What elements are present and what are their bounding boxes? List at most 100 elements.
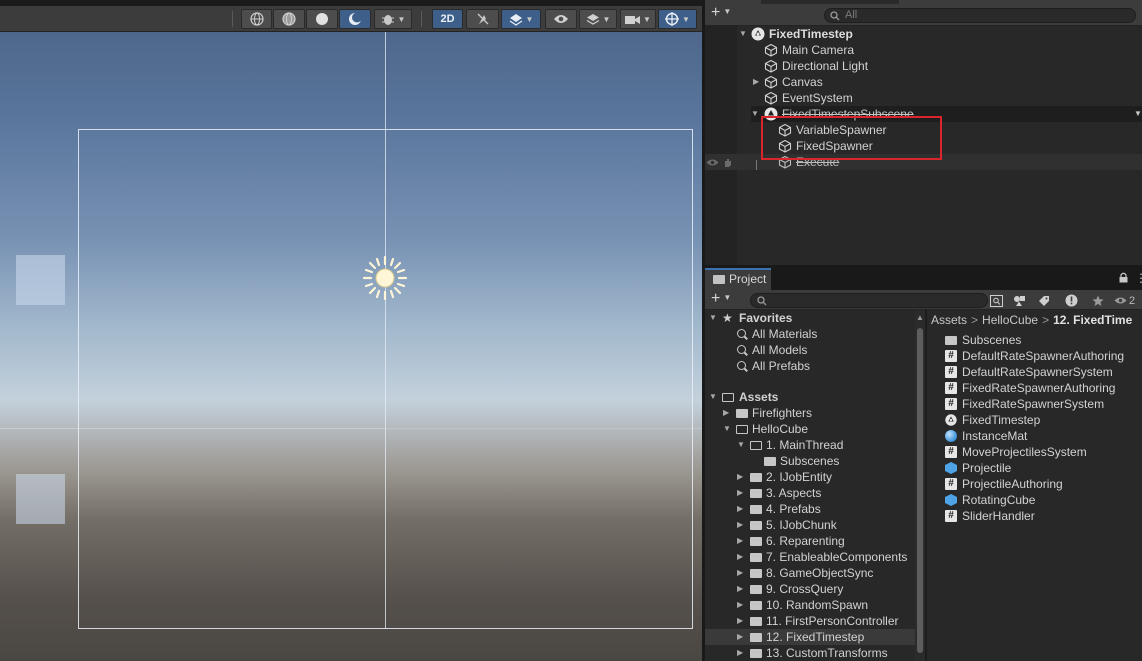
- scene-visibility-button[interactable]: [545, 9, 577, 29]
- hierarchy-panel: + ▼ All ▼ FixedTimestep Main Camera Direc…: [705, 0, 1142, 265]
- tree-item-mainthread[interactable]: ▼ 1. MainThread: [705, 437, 915, 453]
- asset-item-label: InstanceMat: [962, 429, 1028, 443]
- draw-mode-lit-button[interactable]: [339, 9, 371, 29]
- tree-item-all-models[interactable]: All Models: [705, 342, 915, 358]
- hierarchy-tab-edge: [761, 0, 899, 4]
- favorites-star-button[interactable]: [1089, 293, 1107, 308]
- tree-item-all-materials[interactable]: All Materials: [705, 326, 915, 342]
- pickability-hand-icon[interactable]: [722, 157, 733, 168]
- tree-item-firstpersoncontroller[interactable]: ▶ 11. FirstPersonController: [705, 613, 915, 629]
- hierarchy-item-eventsystem[interactable]: EventSystem: [705, 90, 1142, 106]
- ui-element-square[interactable]: [16, 255, 65, 305]
- scene-camera-dropdown[interactable]: ▼: [620, 9, 656, 29]
- more-options-icon[interactable]: ⋮: [1137, 26, 1142, 40]
- expand-arrow-icon[interactable]: ▶: [723, 405, 729, 421]
- filter-by-type-button[interactable]: [1010, 293, 1028, 308]
- toggle-2d-button[interactable]: 2D: [432, 9, 463, 29]
- expand-arrow-icon[interactable]: ▶: [737, 469, 743, 485]
- tree-item-customtransforms[interactable]: ▶ 13. CustomTransforms: [705, 645, 915, 661]
- draw-mode-shaded-wireframe-button[interactable]: [273, 9, 305, 29]
- expand-arrow-icon[interactable]: ▼: [709, 310, 717, 326]
- directional-light-sun-icon[interactable]: [361, 254, 409, 302]
- tree-item-randomspawn[interactable]: ▶ 10. RandomSpawn: [705, 597, 915, 613]
- create-dropdown-button[interactable]: + ▼: [711, 5, 731, 22]
- toggle-lighting-button[interactable]: [466, 9, 499, 29]
- expand-arrow-icon[interactable]: ▶: [737, 613, 743, 629]
- hidden-packages-toggle[interactable]: 2: [1114, 293, 1142, 308]
- import-log-button[interactable]: [1062, 293, 1080, 308]
- project-tabbar: Project ⋮: [705, 268, 1142, 290]
- tree-item-fixedtimestep[interactable]: ▶ 12. FixedTimestep: [705, 629, 915, 645]
- breadcrumb-item[interactable]: HelloCube: [982, 313, 1038, 327]
- toggle-audio-fx-dropdown[interactable]: ▼: [501, 9, 541, 29]
- folder-open-icon: [722, 393, 734, 402]
- tree-item-subscenes[interactable]: Subscenes: [705, 453, 915, 469]
- scroll-up-arrow-icon[interactable]: ▲: [916, 313, 924, 322]
- gizmos-dropdown[interactable]: ▼: [658, 9, 697, 29]
- search-icon: [737, 345, 746, 354]
- expand-arrow-icon[interactable]: ▼: [709, 389, 717, 405]
- expand-arrow-icon[interactable]: ▶: [737, 501, 743, 517]
- hierarchy-item-canvas[interactable]: ▶ Canvas: [705, 74, 1142, 90]
- chevron-down-icon: ▼: [525, 14, 534, 24]
- filter-by-label-button[interactable]: [1035, 293, 1053, 308]
- tree-item-all-prefabs[interactable]: All Prefabs: [705, 358, 915, 374]
- shapes-icon: [1013, 295, 1025, 306]
- expand-arrow-icon[interactable]: ▼: [739, 26, 747, 42]
- folder-icon: [750, 505, 762, 514]
- draw-mode-wireframe-button[interactable]: [241, 9, 272, 29]
- tree-item-label: 5. IJobChunk: [766, 518, 837, 532]
- expand-arrow-icon[interactable]: ▶: [753, 74, 759, 90]
- expand-arrow-icon[interactable]: ▶: [737, 629, 743, 645]
- ui-element-square[interactable]: [16, 474, 65, 524]
- folder-icon: [750, 537, 762, 546]
- scrollbar-thumb[interactable]: [917, 328, 923, 653]
- debug-draw-mode-dropdown[interactable]: ▼: [374, 9, 412, 29]
- create-asset-dropdown[interactable]: + ▼: [711, 291, 731, 308]
- hierarchy-item-main-camera[interactable]: Main Camera: [705, 42, 1142, 58]
- scene-view[interactable]: ▼ 2D ▼ ▼ ▼ ▼: [0, 0, 702, 661]
- visibility-eye-icon[interactable]: [706, 158, 719, 167]
- hierarchy-item-fixedtimestep-scene[interactable]: ▼ FixedTimestep: [705, 26, 1142, 42]
- tree-item-label: 1. MainThread: [766, 438, 844, 452]
- expand-arrow-icon[interactable]: ▶: [737, 581, 743, 597]
- layers-dropdown[interactable]: ▼: [579, 9, 617, 29]
- tree-item-ijobchunk[interactable]: ▶ 5. IJobChunk: [705, 517, 915, 533]
- search-by-type-button[interactable]: [987, 293, 1005, 308]
- expand-arrow-icon[interactable]: ▶: [737, 485, 743, 501]
- tree-item-aspects[interactable]: ▶ 3. Aspects: [705, 485, 915, 501]
- hierarchy-item-directional-light[interactable]: Directional Light: [705, 58, 1142, 74]
- folder-tree-scrollbar[interactable]: ▲: [915, 310, 925, 661]
- expand-arrow-icon[interactable]: ▼: [723, 421, 731, 437]
- expand-arrow-icon[interactable]: ▶: [737, 597, 743, 613]
- more-options-icon[interactable]: ⋮: [1135, 271, 1142, 285]
- expand-arrow-icon[interactable]: ▶: [737, 645, 743, 661]
- tab-project[interactable]: Project: [705, 268, 771, 290]
- tree-item-prefabs[interactable]: ▶ 4. Prefabs: [705, 501, 915, 517]
- tree-item-crossquery[interactable]: ▶ 9. CrossQuery: [705, 581, 915, 597]
- expand-arrow-icon[interactable]: ▶: [737, 517, 743, 533]
- tree-item-gameobjectsync[interactable]: ▶ 8. GameObjectSync: [705, 565, 915, 581]
- hierarchy-search-input[interactable]: All: [824, 8, 1136, 23]
- tree-item-enableablecomponents[interactable]: ▶ 7. EnableableComponents: [705, 549, 915, 565]
- expand-arrow-icon[interactable]: ▶: [737, 549, 743, 565]
- expand-arrow-icon[interactable]: ▼: [737, 437, 745, 453]
- gizmo-globe-icon: [665, 12, 680, 26]
- expand-arrow-icon[interactable]: ▶: [737, 533, 743, 549]
- tree-item-assets[interactable]: ▼ Assets: [705, 389, 915, 405]
- tree-item-ijobentity[interactable]: ▶ 2. IJobEntity: [705, 469, 915, 485]
- tree-item-label: Assets: [739, 390, 779, 404]
- lock-icon[interactable]: [1119, 272, 1128, 283]
- material-icon: [945, 430, 957, 442]
- breadcrumb-item[interactable]: Assets: [931, 313, 967, 327]
- tree-item-hellocube[interactable]: ▼ HelloCube: [705, 421, 915, 437]
- project-search-input[interactable]: [750, 293, 988, 308]
- tree-item-reparenting[interactable]: ▶ 6. Reparenting: [705, 533, 915, 549]
- expand-arrow-icon[interactable]: ▶: [737, 565, 743, 581]
- expand-arrow-icon[interactable]: ▼: [751, 106, 759, 122]
- draw-mode-shaded-button[interactable]: [306, 9, 338, 29]
- breadcrumb-item-current[interactable]: 12. FixedTime: [1053, 313, 1132, 327]
- tree-item-firefighters[interactable]: ▶ Firefighters: [705, 405, 915, 421]
- chevron-down-icon[interactable]: ▼: [1134, 106, 1142, 122]
- tree-item-favorites[interactable]: ▼ ★ Favorites: [705, 310, 915, 326]
